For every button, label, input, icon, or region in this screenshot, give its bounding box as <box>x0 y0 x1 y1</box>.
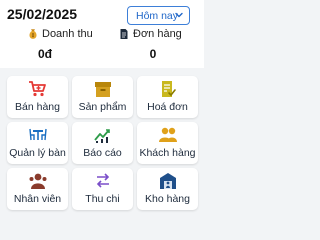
menu-tile-products[interactable]: Sản phẩm <box>72 76 133 118</box>
current-date: 25/02/2025 <box>7 6 78 22</box>
period-dropdown-label: Hôm nay <box>136 9 179 22</box>
menu-tile-label: Thu chi <box>85 193 120 205</box>
chart-trend-icon <box>93 129 110 143</box>
menu-tile-invoices[interactable]: Hoá đơn <box>137 76 198 118</box>
cart-plus-icon <box>28 81 46 97</box>
menu-tile-sales[interactable]: Bán hàng <box>7 76 68 118</box>
document-icon <box>120 29 128 39</box>
revenue-value: 0đ <box>37 47 52 61</box>
menu-tile-reports[interactable]: Báo cáo <box>72 122 133 164</box>
invoice-icon <box>161 81 176 97</box>
orders-label: Đơn hàng <box>133 28 182 40</box>
menu-tile-label: Sản phẩm <box>78 101 127 113</box>
menu-tile-label: Quản lý bàn <box>9 147 66 159</box>
summary-card: 25/02/2025 Hôm nay Doanh thu 0đ Đơn hàng… <box>0 0 204 68</box>
warehouse-icon <box>159 173 176 189</box>
box-icon <box>94 82 111 97</box>
period-dropdown[interactable]: Hôm nay <box>127 6 190 25</box>
customers-icon <box>158 127 177 142</box>
menu-tile-customers[interactable]: Khách hàng <box>137 122 198 164</box>
menu-tile-staff[interactable]: Nhân viên <box>7 168 68 210</box>
revenue-stat: Doanh thu 0đ <box>0 27 102 63</box>
revenue-label: Doanh thu <box>42 28 93 40</box>
money-bag-icon <box>29 29 37 39</box>
chevron-down-icon <box>175 12 183 18</box>
orders-value: 0 <box>149 47 157 61</box>
table-chairs-icon <box>28 128 47 141</box>
menu-tile-label: Khách hàng <box>139 147 196 159</box>
staff-icon <box>29 173 46 189</box>
menu-tile-label: Kho hàng <box>145 193 190 205</box>
transfer-arrows-icon <box>96 173 109 188</box>
menu-tile-warehouse[interactable]: Kho hàng <box>137 168 198 210</box>
orders-stat: Đơn hàng 0 <box>102 27 204 63</box>
menu-tile-table-management[interactable]: Quản lý bàn <box>7 122 68 164</box>
menu-tile-label: Báo cáo <box>83 147 122 159</box>
menu-tile-income-expense[interactable]: Thu chi <box>72 168 133 210</box>
menu-tile-label: Bán hàng <box>15 101 60 113</box>
menu-tile-label: Hoá đơn <box>147 101 188 113</box>
menu-tile-label: Nhân viên <box>13 193 62 205</box>
